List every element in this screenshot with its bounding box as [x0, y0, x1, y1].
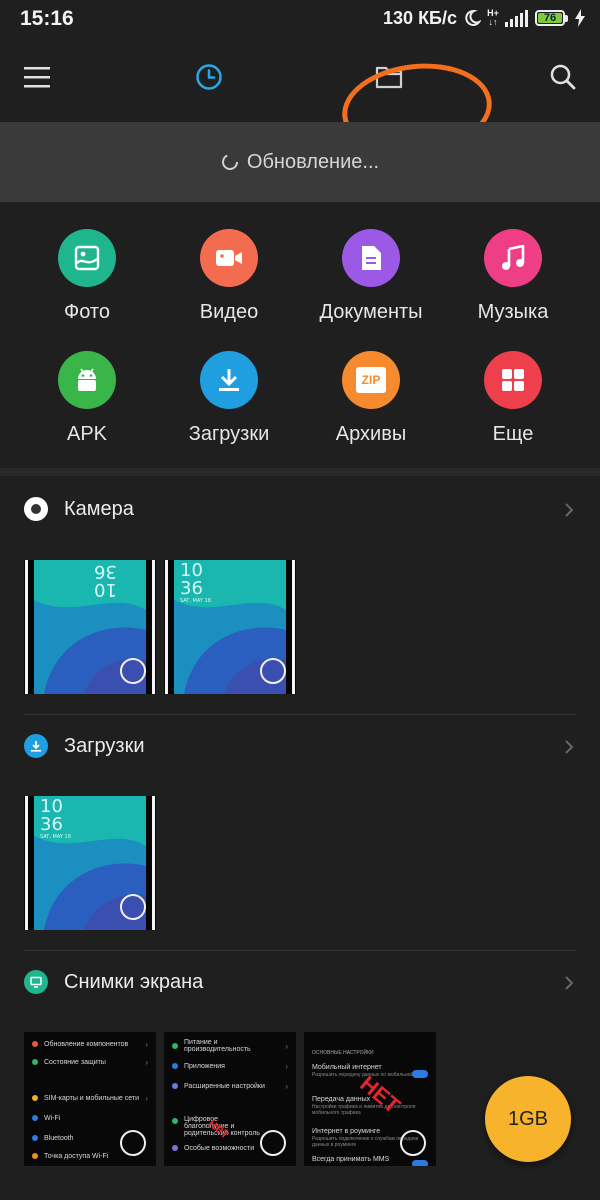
grid-icon: [484, 351, 542, 409]
chevron-right-icon: [565, 976, 574, 990]
status-bar: 15:16 130 КБ/с H+ ↓↑ 76: [0, 0, 600, 36]
photo-icon: [58, 229, 116, 287]
settings-row: Wi-Fi: [32, 1110, 148, 1126]
select-checkbox[interactable]: [400, 1130, 426, 1156]
select-checkbox[interactable]: [120, 1130, 146, 1156]
category-archives[interactable]: ZIP Архивы: [301, 351, 441, 446]
select-checkbox[interactable]: [260, 1130, 286, 1156]
settings-row: Питание и производительность ›: [172, 1038, 288, 1054]
storage-fab-button[interactable]: 1GB: [485, 1076, 571, 1162]
toolbar: [0, 36, 600, 162]
toggle-switch: [412, 1160, 428, 1166]
charging-bolt-icon: [575, 9, 585, 27]
network-type: H+ ↓↑: [487, 8, 499, 27]
tab-recent[interactable]: [186, 54, 232, 100]
settings-row: Обновление компонентов ›: [32, 1036, 148, 1052]
zip-icon: ZIP: [342, 351, 400, 409]
category-apk[interactable]: APK: [17, 351, 157, 446]
select-checkbox[interactable]: [120, 658, 146, 684]
category-grid: Фото Видео Документы Музыка APK Загрузки…: [0, 205, 600, 467]
screenshot-thumbnail[interactable]: Обновление компонентов › Состояние защиты…: [24, 1032, 156, 1166]
select-checkbox[interactable]: [260, 658, 286, 684]
moon-icon: [465, 9, 481, 26]
network-speed: 130 КБ/с: [383, 7, 457, 28]
section-camera[interactable]: Камера: [0, 490, 600, 530]
category-music[interactable]: Музыка: [443, 229, 583, 324]
status-time: 15:16: [20, 7, 74, 30]
wallpaper-clock: 10 36: [94, 561, 117, 600]
section-line: [24, 950, 576, 951]
section-screenshots[interactable]: Снимки экрана: [0, 963, 600, 1003]
section-line: [24, 714, 576, 715]
settings-row: Расширенные настройки ›: [172, 1078, 288, 1094]
settings-row: SIM-карты и мобильные сети ›: [32, 1090, 148, 1106]
section-downloads[interactable]: Загрузки: [0, 727, 600, 767]
screenshot-icon: [24, 970, 48, 994]
android-icon: [58, 351, 116, 409]
music-icon: [484, 229, 542, 287]
camera-icon: [24, 497, 48, 521]
screenshot-thumbnail[interactable]: ОСНОВНЫЕ НАСТРОЙКИ Мобильный интернет Ра…: [304, 1032, 436, 1166]
battery-level: 76: [538, 13, 562, 24]
download-icon: [200, 351, 258, 409]
document-icon: [342, 229, 400, 287]
battery-icon: 76: [535, 10, 568, 26]
settings-row: Приложения ›: [172, 1058, 288, 1074]
camera-thumbnail[interactable]: 10 36 SAT, MAY 18: [164, 560, 296, 694]
category-video[interactable]: Видео: [159, 229, 299, 324]
search-button[interactable]: [540, 54, 586, 100]
downloads-thumbnail[interactable]: 10 36 SAT, MAY 18: [24, 796, 156, 930]
refresh-banner: Обновление...: [0, 122, 600, 202]
spinner-icon: [221, 154, 238, 170]
signal-icon: [505, 10, 528, 27]
status-indicators: 130 КБ/с H+ ↓↑ 76: [383, 7, 586, 29]
toggle-switch: [412, 1070, 428, 1078]
wallpaper-clock: 10 36 SAT, MAY 18: [180, 560, 211, 605]
hamburger-menu-icon: [24, 67, 50, 88]
chevron-right-icon: [565, 503, 574, 517]
section-divider: [0, 468, 600, 476]
wallpaper-clock: 10 36 SAT, MAY 18: [40, 796, 71, 841]
category-photo[interactable]: Фото: [17, 229, 157, 324]
clock-icon: [196, 64, 222, 90]
camera-thumbnail[interactable]: 10 36: [24, 560, 156, 694]
download-icon: [24, 734, 48, 758]
chevron-right-icon: [565, 740, 574, 754]
refresh-text: Обновление...: [246, 150, 380, 173]
settings-row: Состояние защиты ›: [32, 1054, 148, 1070]
category-documents[interactable]: Документы: [301, 229, 441, 324]
category-more[interactable]: Еще: [443, 351, 583, 446]
category-downloads[interactable]: Загрузки: [159, 351, 299, 446]
select-checkbox[interactable]: [120, 894, 146, 920]
video-icon: [200, 229, 258, 287]
screenshot-thumbnail[interactable]: Питание и производительность › Приложения…: [164, 1032, 296, 1166]
search-icon: [550, 64, 576, 90]
menu-button[interactable]: [14, 54, 60, 100]
